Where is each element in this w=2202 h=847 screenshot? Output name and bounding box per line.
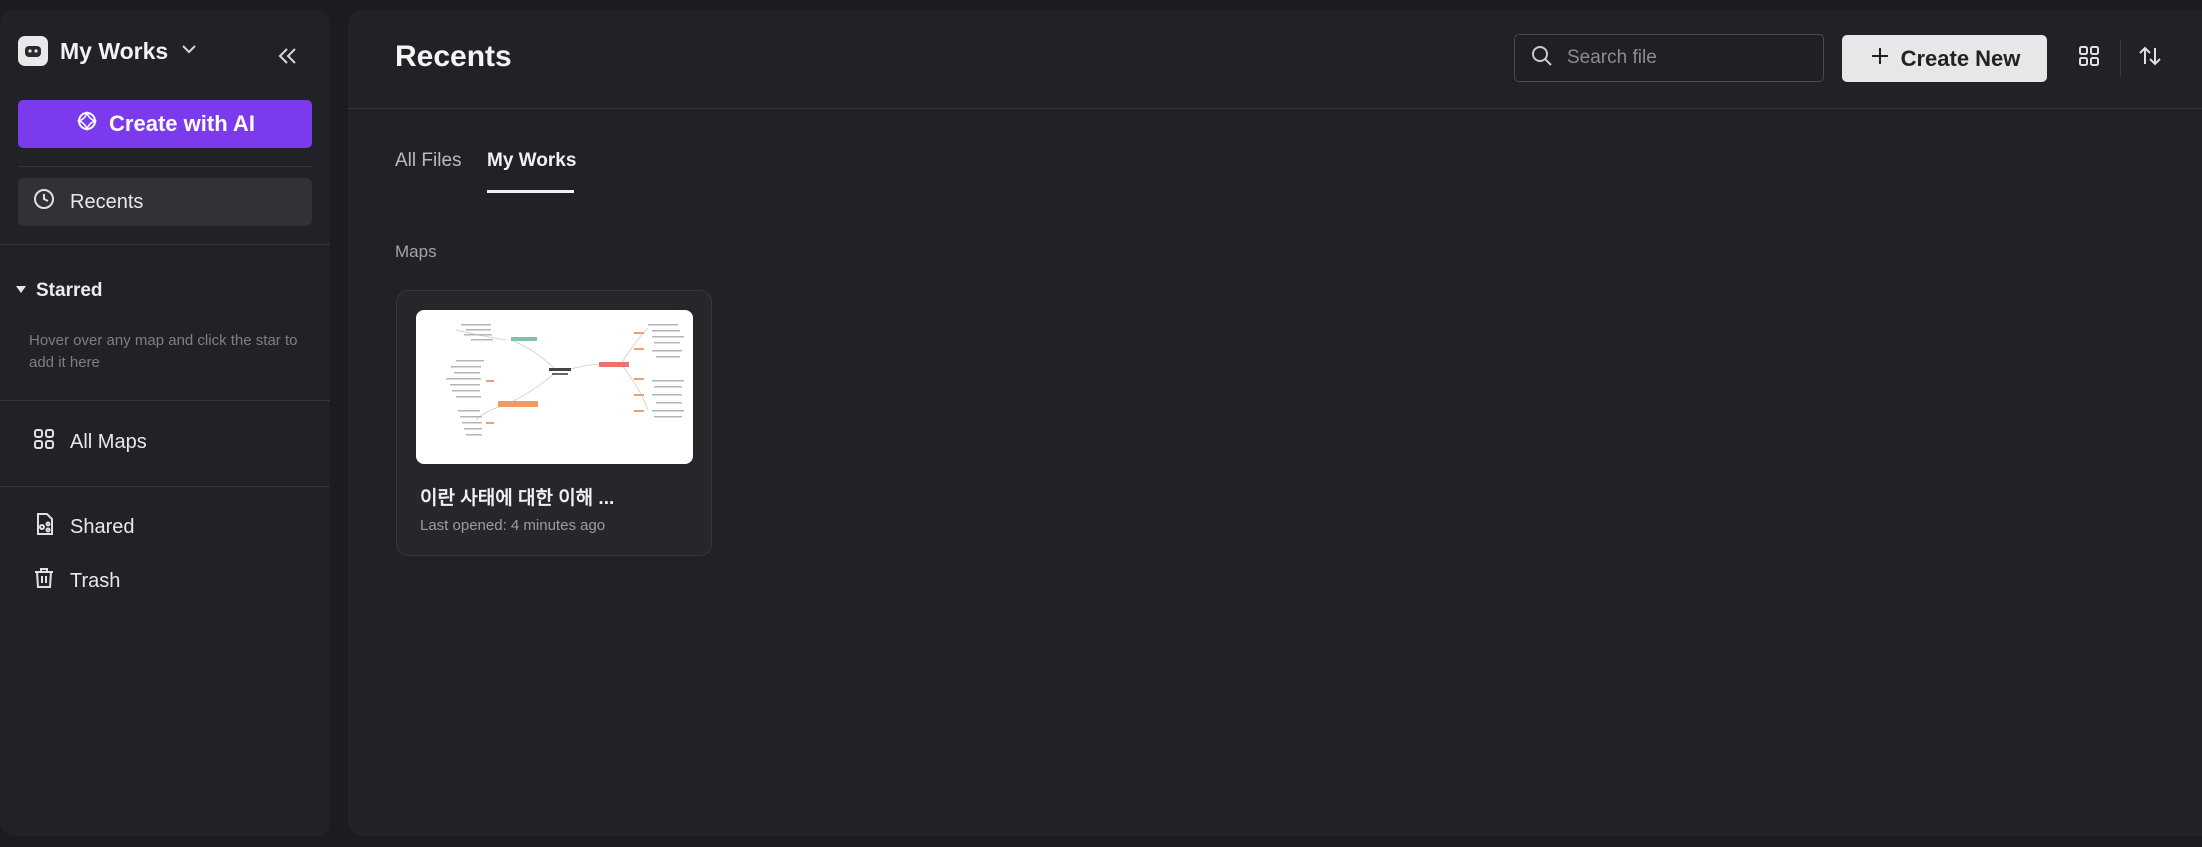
file-title: 이란 사태에 대한 이해 ... — [420, 488, 615, 509]
file-last-opened: Last opened: 4 minutes ago — [420, 517, 606, 534]
divider — [0, 400, 330, 401]
page-title: Recents — [395, 40, 512, 73]
divider — [0, 486, 330, 487]
grid-view-button[interactable] — [2071, 40, 2107, 76]
divider — [2120, 40, 2121, 76]
sparkle-icon — [75, 109, 99, 139]
sidebar-item-recents[interactable]: Recents — [18, 178, 312, 226]
search-box[interactable] — [1514, 34, 1824, 82]
sidebar-item-label: Trash — [70, 569, 121, 592]
map-thumbnail — [416, 310, 693, 464]
grid-icon — [32, 427, 56, 457]
sidebar-item-label: Shared — [70, 515, 135, 538]
sidebar: My Works Create with AI Recents Starred … — [0, 10, 330, 836]
file-card[interactable]: 이란 사태에 대한 이해 ... Last opened: 4 minutes … — [396, 290, 712, 556]
sidebar-item-shared[interactable]: Shared — [18, 503, 312, 551]
create-with-ai-button[interactable]: Create with AI — [18, 100, 312, 148]
shared-file-icon — [32, 512, 56, 542]
starred-section-toggle[interactable]: Starred — [14, 280, 103, 302]
main-panel: Recents Create New All Files — [348, 10, 2202, 836]
sort-icon — [2137, 43, 2163, 74]
create-with-ai-label: Create with AI — [109, 111, 255, 136]
plus-icon — [1869, 45, 1891, 73]
workspace-logo-icon — [18, 36, 48, 66]
sort-button[interactable] — [2132, 40, 2168, 76]
grid-icon — [2077, 44, 2101, 73]
clock-icon — [32, 187, 56, 217]
search-input[interactable] — [1565, 46, 1809, 70]
sidebar-item-trash[interactable]: Trash — [18, 557, 312, 605]
divider — [18, 166, 312, 167]
caret-down-icon — [14, 280, 28, 302]
divider — [348, 108, 2202, 109]
starred-hint-text: Hover over any map and click the star to… — [29, 332, 298, 371]
divider — [0, 244, 330, 245]
create-new-button[interactable]: Create New — [1842, 35, 2047, 82]
tab-all-files[interactable]: All Files — [395, 150, 462, 172]
sidebar-item-label: All Maps — [70, 430, 147, 453]
workspace-switcher[interactable]: My Works — [18, 30, 198, 72]
active-tab-indicator — [487, 190, 574, 193]
trash-icon — [32, 566, 56, 596]
section-label: Maps — [395, 242, 437, 261]
chevron-down-icon — [180, 40, 198, 63]
tab-my-works[interactable]: My Works — [487, 150, 576, 172]
sidebar-item-label: Recents — [70, 190, 144, 213]
create-new-label: Create New — [1900, 45, 2021, 71]
sidebar-item-all-maps[interactable]: All Maps — [18, 418, 312, 466]
starred-label: Starred — [36, 280, 103, 301]
collapse-icon — [276, 44, 300, 73]
workspace-name: My Works — [60, 37, 169, 64]
collapse-sidebar-button[interactable] — [270, 40, 306, 76]
search-icon — [1531, 45, 1553, 72]
